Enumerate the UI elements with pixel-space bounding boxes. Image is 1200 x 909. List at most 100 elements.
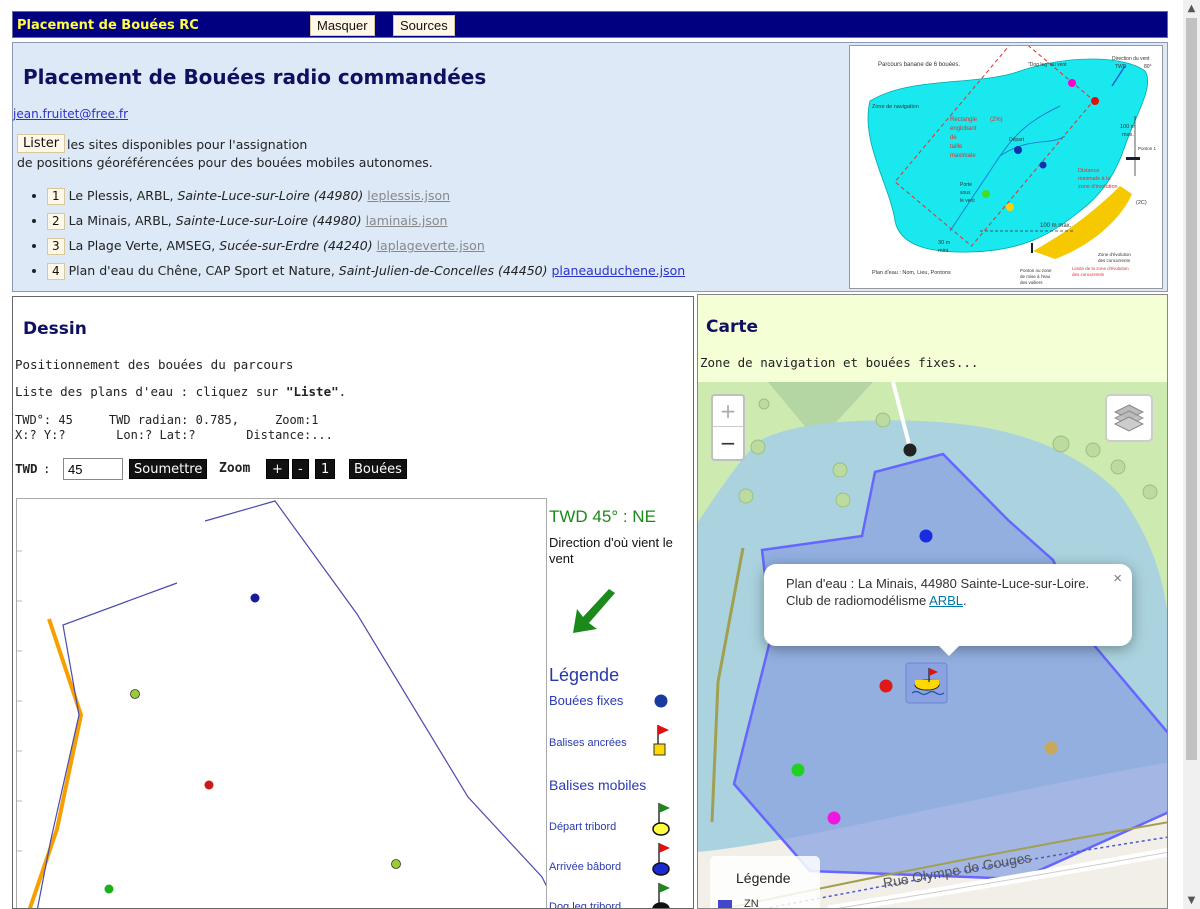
diagram-porte: Porte xyxy=(960,182,972,188)
map-zoom-out[interactable]: − xyxy=(713,428,743,459)
popup-tip xyxy=(937,644,961,656)
map-subtitle: Zone de navigation et bouées fixes... xyxy=(700,355,979,370)
sites-list: 1Le Plessis, ARBL, Sainte-Luce-sur-Loire… xyxy=(47,185,685,285)
site-file-link[interactable]: laminais.json xyxy=(366,213,448,228)
site-button-2[interactable]: 2 xyxy=(47,213,65,230)
diagram-ponton: Ponton 1 xyxy=(1138,146,1157,151)
list-button[interactable]: Lister xyxy=(17,134,66,153)
map-view[interactable]: + − × Plan d'eau : La Minais, 44980 Sain… xyxy=(698,382,1167,909)
submit-button[interactable]: Soumettre xyxy=(129,459,208,479)
twd-label: TWD xyxy=(15,461,38,476)
diagram-rect-2: (2%) xyxy=(990,117,1003,123)
map-legend: Légende ZN xyxy=(710,856,820,909)
fixed-buoy[interactable] xyxy=(250,593,260,603)
club-link[interactable]: ARBL xyxy=(929,593,963,608)
navigation-zone xyxy=(36,500,546,908)
legend-finish: Arrivée bâbord xyxy=(549,861,622,873)
drawing-canvas[interactable] xyxy=(16,498,547,908)
map-legend-zn: ZN xyxy=(744,898,759,909)
diagram-twd: TWD xyxy=(1115,64,1127,70)
header-panel: Placement de Bouées radio commandées jea… xyxy=(12,42,1168,292)
diagram-ponton-zone: Ponton ou zone xyxy=(1020,268,1052,273)
diagram-distance-3: zone d'évolution xyxy=(1078,184,1118,190)
zoom-reset-button[interactable]: 1 xyxy=(315,459,336,479)
start-buoy[interactable] xyxy=(104,884,114,894)
list-item: 2La Minais, ARBL, Sainte-Luce-sur-Loire … xyxy=(47,210,685,235)
diagram-title: Parcours banane de 6 bouées. xyxy=(878,62,960,68)
site-town: Saint-Julien-de-Concelles (44450) xyxy=(338,263,548,278)
site-town: Sainte-Luce-sur-Loire (44980) xyxy=(177,188,364,203)
diagram-zone-evol: Zone d'évolution xyxy=(1098,252,1131,257)
map-buoy-black[interactable] xyxy=(903,443,917,457)
list-hint-prefix: Liste des plans d'eau : cliquez sur xyxy=(15,384,286,399)
mobile-buoy[interactable] xyxy=(130,689,140,699)
site-name: Le Plessis, ARBL, xyxy=(68,188,178,203)
diagram-2c: (2C) xyxy=(1136,200,1147,206)
page-scrollbar[interactable]: ▲ ▼ xyxy=(1183,0,1200,909)
start-flag-icon xyxy=(652,803,670,836)
map-buoy-magenta[interactable] xyxy=(827,811,841,825)
diagram-rect-6: maximale xyxy=(950,153,976,159)
site-file-link[interactable]: laplageverte.json xyxy=(377,238,485,253)
diagram-max: max. xyxy=(1122,132,1134,138)
dogleg-flag-icon xyxy=(652,883,670,908)
drawing-panel: Dessin Positionnement des bouées du parc… xyxy=(12,296,694,909)
legend-start: Départ tribord xyxy=(549,821,617,833)
diagram-distance: Distance xyxy=(1078,168,1099,174)
popup-end: . xyxy=(963,593,967,608)
site-name: La Minais, ARBL, xyxy=(68,213,176,228)
drawing-subtitle: Positionnement des bouées du parcours xyxy=(15,357,294,372)
list-item: 4Plan d'eau du Chêne, CAP Sport et Natur… xyxy=(47,260,685,285)
site-button-3[interactable]: 3 xyxy=(47,238,65,255)
scroll-up-icon[interactable]: ▲ xyxy=(1183,0,1200,17)
legend-mobile: Balises mobiles xyxy=(549,777,647,793)
map-buoy-tan[interactable] xyxy=(1044,741,1058,755)
buoy-marker-icon[interactable] xyxy=(905,662,948,704)
sources-button[interactable]: Sources xyxy=(393,15,455,36)
map-title: Carte xyxy=(706,317,758,337)
diagram-depart: Départ xyxy=(1009,137,1025,143)
map-buoy-green[interactable] xyxy=(791,763,805,777)
site-town: Sainte-Luce-sur-Loire (44980) xyxy=(175,213,362,228)
intro-text: les sites disponibles pour l'assignation xyxy=(67,137,308,152)
layers-button[interactable] xyxy=(1105,394,1153,442)
diagram-limite: Limite de la zone d'évolution xyxy=(1072,266,1129,271)
diagram-100m-max: 100 m max. xyxy=(1040,223,1072,229)
map-buoy-blue[interactable] xyxy=(919,529,933,543)
site-file-link[interactable]: leplessis.json xyxy=(367,188,450,203)
map-legend-title: Légende xyxy=(736,870,791,886)
diagram-rect-5: taille xyxy=(950,144,963,150)
zoom-out-button[interactable]: - xyxy=(292,459,309,479)
diagram-ponton-zone-2: de mise à l'eau xyxy=(1020,274,1051,279)
twd-input[interactable] xyxy=(63,458,123,480)
buoys-button[interactable]: Bouées xyxy=(349,459,407,479)
mobile-buoy[interactable] xyxy=(391,859,401,869)
scroll-thumb[interactable] xyxy=(1186,18,1197,760)
scroll-down-icon[interactable]: ▼ xyxy=(1183,892,1200,909)
site-file-link[interactable]: planeauduchene.json xyxy=(551,263,685,278)
map-zoom-control: + − xyxy=(711,394,745,461)
popup-club: Club de radiomodélisme ARBL. xyxy=(786,592,1110,609)
diagram-limite-2: des concurrents xyxy=(1072,272,1105,277)
list-item: 1Le Plessis, ARBL, Sainte-Luce-sur-Loire… xyxy=(47,185,685,210)
diagram-ponton-zone-3: des voiliers xyxy=(1020,280,1043,285)
wind-arrow-icon xyxy=(573,589,615,633)
diagram-sous: sous xyxy=(960,190,971,196)
zoom-in-button[interactable]: + xyxy=(266,459,289,479)
hide-button[interactable]: Masquer xyxy=(310,15,375,36)
site-button-1[interactable]: 1 xyxy=(47,188,65,205)
diagram-100m: 100 m xyxy=(1120,124,1136,130)
list-hint-suffix: . xyxy=(338,384,347,399)
map-buoy-red[interactable] xyxy=(879,679,893,693)
site-town: Sucée-sur-Erdre (44240) xyxy=(219,238,373,253)
site-name: La Plage Verte, AMSEG, xyxy=(68,238,220,253)
map-zoom-in[interactable]: + xyxy=(713,396,743,427)
popup-close-button[interactable]: × xyxy=(1113,570,1122,587)
site-button-4[interactable]: 4 xyxy=(47,263,65,280)
diagram-distance-2: minimale à la xyxy=(1078,176,1111,182)
diagram-zone: Zone de navigation xyxy=(872,104,919,110)
shore-line xyxy=(27,618,84,908)
fixed-buoy[interactable] xyxy=(204,780,214,790)
diagram-twd-value: 80° xyxy=(1144,64,1152,70)
email-link[interactable]: jean.fruitet@free.fr xyxy=(13,107,128,121)
